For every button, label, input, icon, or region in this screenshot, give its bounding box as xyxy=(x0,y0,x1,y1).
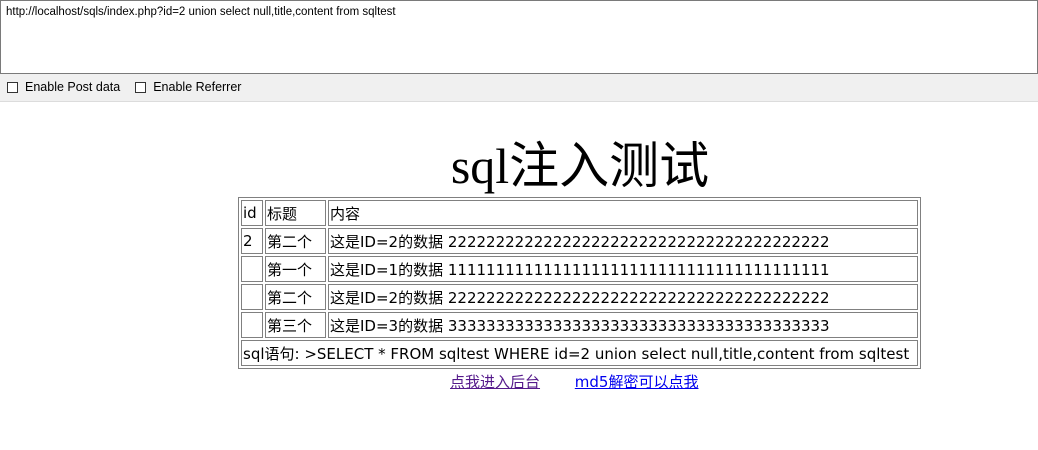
cell-title: 第二个 xyxy=(265,284,326,310)
cell-id xyxy=(241,284,263,310)
table-row: 2 第二个 这是ID=2的数据 222222222222222222222222… xyxy=(241,228,918,254)
results-table: id 标题 内容 2 第二个 这是ID=2的数据 222222222222222… xyxy=(238,197,921,369)
page-links: 点我进入后台 md5解密可以点我 xyxy=(450,371,698,392)
cell-content: 这是ID=1的数据 111111111111111111111111111111… xyxy=(328,256,918,282)
cell-id xyxy=(241,256,263,282)
table-header-row: id 标题 内容 xyxy=(241,200,918,226)
hackbar-options: Enable Post data Enable Referrer xyxy=(7,80,256,94)
cell-content: 这是ID=3的数据 333333333333333333333333333333… xyxy=(328,312,918,338)
cell-title: 第二个 xyxy=(265,228,326,254)
table-row: 第一个 这是ID=1的数据 11111111111111111111111111… xyxy=(241,256,918,282)
sql-statement: sql语句: >SELECT * FROM sqltest WHERE id=2… xyxy=(241,340,918,366)
md5-link[interactable]: md5解密可以点我 xyxy=(575,373,699,391)
table-row: 第二个 这是ID=2的数据 22222222222222222222222222… xyxy=(241,284,918,310)
cell-content: 这是ID=2的数据 222222222222222222222222222222… xyxy=(328,228,918,254)
enable-referrer-label: Enable Referrer xyxy=(153,80,242,94)
cell-content: 这是ID=2的数据 222222222222222222222222222222… xyxy=(328,284,918,310)
header-title: 标题 xyxy=(265,200,326,226)
enable-post-checkbox[interactable] xyxy=(7,81,18,93)
page-title: sql注入测试 xyxy=(450,138,710,194)
header-id: id xyxy=(241,200,263,226)
header-content: 内容 xyxy=(328,200,918,226)
enable-post-label: Enable Post data xyxy=(25,80,121,94)
hackbar: http://localhost/sqls/index.php?id=2 uni… xyxy=(0,0,1038,102)
enable-referrer-option[interactable]: Enable Referrer xyxy=(135,80,241,94)
cell-id: 2 xyxy=(241,228,263,254)
cell-title: 第三个 xyxy=(265,312,326,338)
enable-referrer-checkbox[interactable] xyxy=(135,81,147,93)
table-row: 第三个 这是ID=3的数据 33333333333333333333333333… xyxy=(241,312,918,338)
backend-link[interactable]: 点我进入后台 xyxy=(450,373,540,391)
cell-title: 第一个 xyxy=(265,256,326,282)
cell-id xyxy=(241,312,263,338)
url-input[interactable]: http://localhost/sqls/index.php?id=2 uni… xyxy=(0,0,1038,74)
sql-statement-row: sql语句: >SELECT * FROM sqltest WHERE id=2… xyxy=(241,340,918,366)
enable-post-option[interactable]: Enable Post data xyxy=(7,80,120,94)
